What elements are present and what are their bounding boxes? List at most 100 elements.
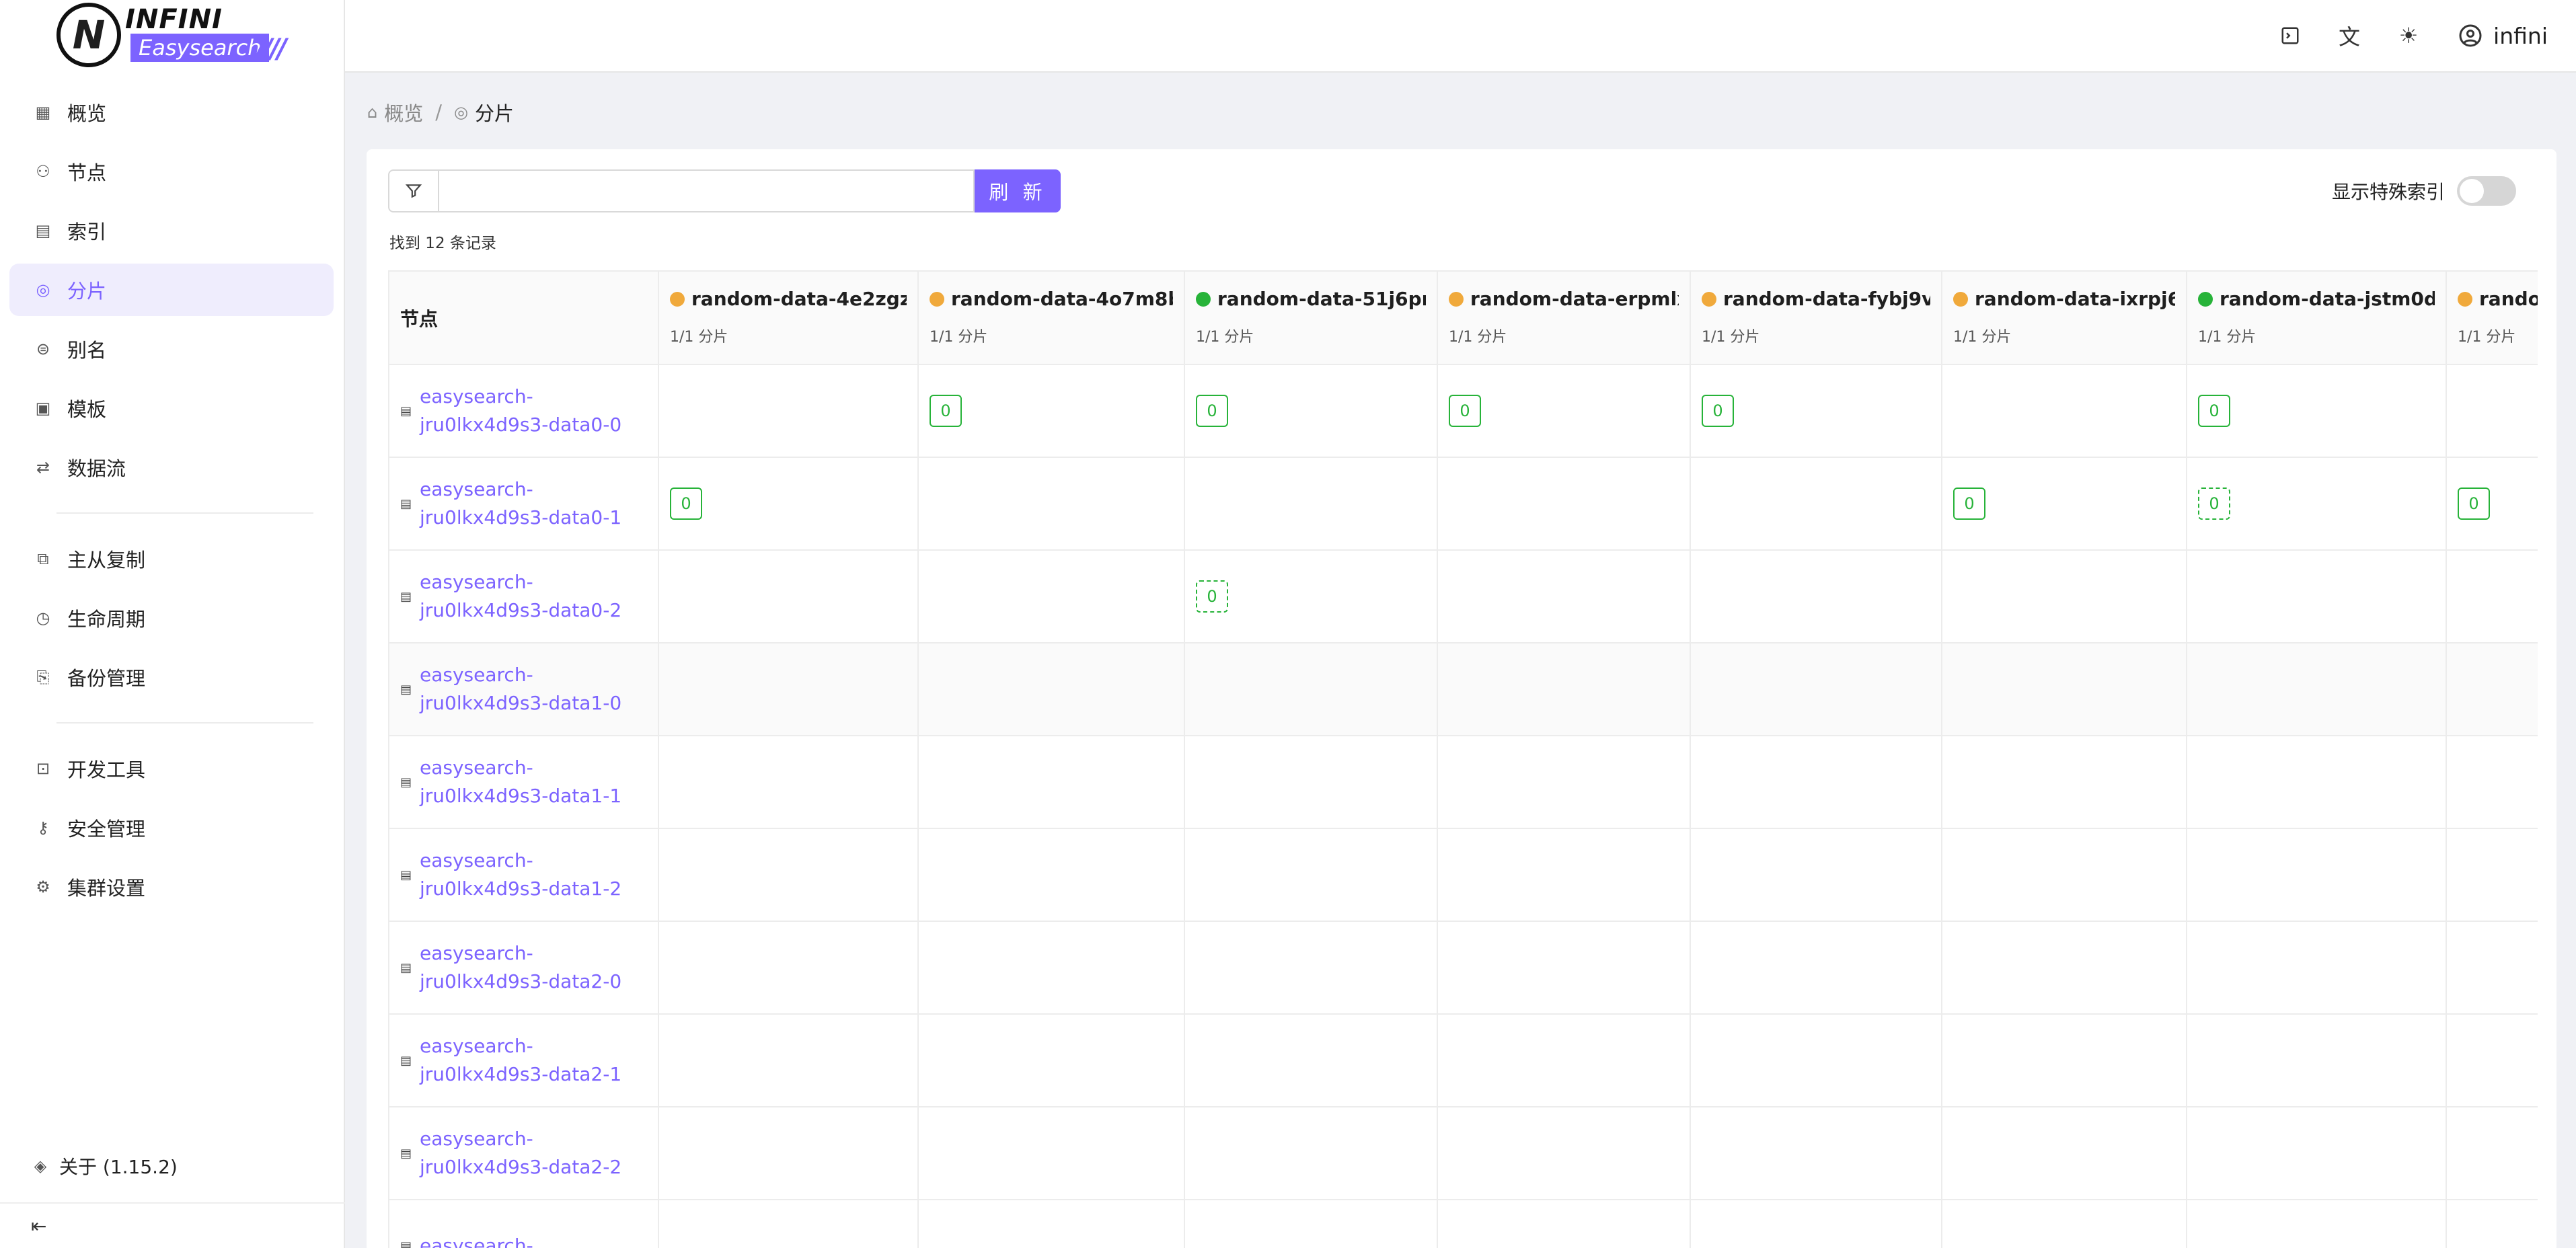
- sidebar-item-security[interactable]: ⚷ 安全管理: [9, 802, 334, 854]
- user-menu[interactable]: infini: [2458, 23, 2548, 49]
- column-header-node: 节点: [389, 272, 659, 365]
- index-name: random-data-51j6pry5: [1196, 288, 1426, 310]
- security-icon: ⚷: [37, 818, 49, 837]
- column-header-index[interactable]: random-data-ixrpj6xf 1/1 分片: [1942, 272, 2187, 365]
- shard-table-scroll[interactable]: 节点random-data-4e2zgzpt1/1 分片random-data-…: [388, 270, 2538, 1248]
- replica-shard-badge[interactable]: 0: [1196, 580, 1228, 613]
- server-icon: ▤: [400, 589, 412, 604]
- refresh-button[interactable]: 刷 新: [975, 169, 1061, 212]
- translate-icon[interactable]: 文: [2337, 24, 2361, 50]
- primary-shard-badge[interactable]: 0: [2198, 395, 2230, 427]
- collapse-sidebar-button[interactable]: ⇤: [0, 1202, 345, 1248]
- filter-button[interactable]: [388, 169, 439, 212]
- shard-cell: [1942, 1200, 2187, 1248]
- sidebar-item-replication[interactable]: ⧉ 主从复制: [9, 533, 334, 585]
- primary-shard-badge[interactable]: 0: [930, 395, 962, 427]
- primary-shard-badge[interactable]: 0: [1702, 395, 1734, 427]
- sidebar-item-label: 模板: [67, 398, 107, 421]
- sidebar-item-devtools[interactable]: ⊡ 开发工具: [9, 742, 334, 795]
- shard-cell: [918, 643, 1185, 736]
- special-index-toggle[interactable]: [2457, 176, 2516, 206]
- primary-shard-badge[interactable]: 0: [1953, 488, 1985, 520]
- app-logo[interactable]: N INFINI Easysearch ////: [0, 0, 344, 73]
- sidebar-item-node[interactable]: ⚇ 节点: [9, 145, 334, 198]
- node-link[interactable]: easysearch-jru0lkx4d9s3-data2-2: [420, 1125, 621, 1181]
- shard-table: 节点random-data-4e2zgzpt1/1 分片random-data-…: [389, 272, 2538, 1248]
- shard-cell: [2187, 736, 2447, 829]
- search-input[interactable]: [439, 169, 975, 212]
- node-link[interactable]: easysearch-jru0lkx4d9s3-data1-0: [420, 661, 621, 717]
- health-status-dot: [1196, 291, 1211, 307]
- node-link[interactable]: easysearch-jru0lkx4d9s3-data1-1: [420, 754, 621, 810]
- shard-cell: [1690, 457, 1942, 551]
- theme-toggle-icon[interactable]: ☀: [2396, 23, 2421, 48]
- node-cell: ▤ easysearch-jru0lkx4d9s3-data0-0: [389, 364, 659, 458]
- node-link[interactable]: easysearch-jru0lkx4d9s3-data0-0: [420, 383, 621, 439]
- shard-cell: [658, 1014, 919, 1107]
- breadcrumb-home[interactable]: 概览: [384, 98, 423, 126]
- primary-shard-badge[interactable]: 0: [1449, 395, 1481, 427]
- node-link[interactable]: easysearch-jru0lkx4d9s3-data0-2: [420, 568, 621, 625]
- column-header-index[interactable]: random-data-51j6pry5 1/1 分片: [1184, 272, 1438, 365]
- shard-cell: [1184, 1200, 1438, 1248]
- shard-cell: [2446, 364, 2538, 458]
- server-icon: ▤: [400, 496, 412, 511]
- column-header-index[interactable]: random-data-jstm0ddv 1/1 分片: [2187, 272, 2447, 365]
- index-name-text: random-data-k2vbq8wz: [2479, 288, 2538, 310]
- sidebar-item-dashboard[interactable]: ▦ 概览: [9, 86, 334, 139]
- node-link[interactable]: easysearch-jru0lkx4d9s3-data2-1: [420, 1032, 621, 1089]
- shard-cell: [658, 921, 919, 1015]
- logo-text: INFINI: [125, 4, 223, 35]
- sidebar-item-shard[interactable]: ◎ 分片: [9, 264, 334, 316]
- index-name: random-data-4e2zgzpt: [670, 288, 907, 310]
- table-row: ▤ easysearch-jru0lkx4d9s3-data2-0: [389, 921, 2538, 1015]
- shard-cell: [1437, 1014, 1691, 1107]
- shard-cell: 0: [1437, 364, 1691, 458]
- replica-shard-badge[interactable]: 0: [2198, 488, 2230, 520]
- sidebar-item-label: 主从复制: [67, 549, 146, 572]
- node-link[interactable]: easysearch-jru0lkx4d9s3-data1-2: [420, 847, 621, 903]
- sidebar-item-backup[interactable]: ⎘ 备份管理: [9, 651, 334, 703]
- column-header-index[interactable]: random-data-4e2zgzpt 1/1 分片: [658, 272, 919, 365]
- sidebar-item-table[interactable]: ▤ 索引: [9, 204, 334, 257]
- column-header-index[interactable]: random-data-4o7m8ba1 1/1 分片: [918, 272, 1185, 365]
- shard-cell: [918, 457, 1185, 551]
- terminal-icon[interactable]: [2278, 24, 2302, 48]
- node-icon: ⚇: [36, 162, 50, 181]
- index-name: random-data-ixrpj6xf: [1953, 288, 2175, 310]
- index-shard-count: 1/1 分片: [2458, 329, 2516, 346]
- index-name: random-data-jstm0ddv: [2198, 288, 2435, 310]
- node-name-line: jru0lkx4d9s3-data0-1: [420, 506, 622, 529]
- shard-cell: [1942, 550, 2187, 644]
- node-link[interactable]: easysearch-jru0lkx4d9s3-data2-0: [420, 939, 621, 996]
- sidebar-item-label: 索引: [67, 221, 107, 243]
- node-name-line: easysearch-: [420, 1235, 533, 1248]
- primary-shard-badge[interactable]: 0: [1196, 395, 1228, 427]
- shard-cell: [918, 921, 1185, 1015]
- sidebar-item-template[interactable]: ▣ 模板: [9, 382, 334, 434]
- primary-shard-badge[interactable]: 0: [670, 488, 702, 520]
- table-icon: ▤: [35, 221, 51, 240]
- node-link[interactable]: easysearch-jru0lkx4d9s3-data0-1: [420, 475, 621, 532]
- table-row: ▤ easysearch-jru0lkx4d9s3-data0-1 0 0 0 0: [389, 457, 2538, 551]
- sidebar-item-lifecycle[interactable]: ◷ 生命周期: [9, 592, 334, 644]
- breadcrumb: ⌂ 概览 / ◎ 分片: [367, 98, 514, 126]
- primary-shard-badge[interactable]: 0: [2458, 488, 2490, 520]
- sidebar-item-settings[interactable]: ⚙ 集群设置: [9, 861, 334, 913]
- shard-cell: [2187, 828, 2447, 922]
- column-header-index[interactable]: random-data-erpmlxvt 1/1 分片: [1437, 272, 1691, 365]
- sidebar-item-label: 开发工具: [67, 758, 146, 781]
- special-index-label: 显示特殊索引: [2331, 181, 2445, 203]
- shard-cell: [2446, 643, 2538, 736]
- sidebar-item-datastream[interactable]: ⇄ 数据流: [9, 441, 334, 494]
- about-link[interactable]: ◈ 关于 (1.15.2): [31, 1153, 178, 1179]
- node-link[interactable]: easysearch-: [420, 1232, 533, 1248]
- server-icon: ▤: [400, 1146, 412, 1161]
- sidebar-item-label: 生命周期: [67, 608, 146, 631]
- table-row: ▤ easysearch-jru0lkx4d9s3-data1-0: [389, 643, 2538, 736]
- about-label: 关于 (1.15.2): [59, 1156, 178, 1178]
- column-header-index[interactable]: random-data-fybj9vee 1/1 分片: [1690, 272, 1942, 365]
- shard-cell: [1690, 550, 1942, 644]
- column-header-index[interactable]: random-data-k2vbq8wz 1/1 分片: [2446, 272, 2538, 365]
- sidebar-item-alias[interactable]: ⊜ 别名: [9, 323, 334, 375]
